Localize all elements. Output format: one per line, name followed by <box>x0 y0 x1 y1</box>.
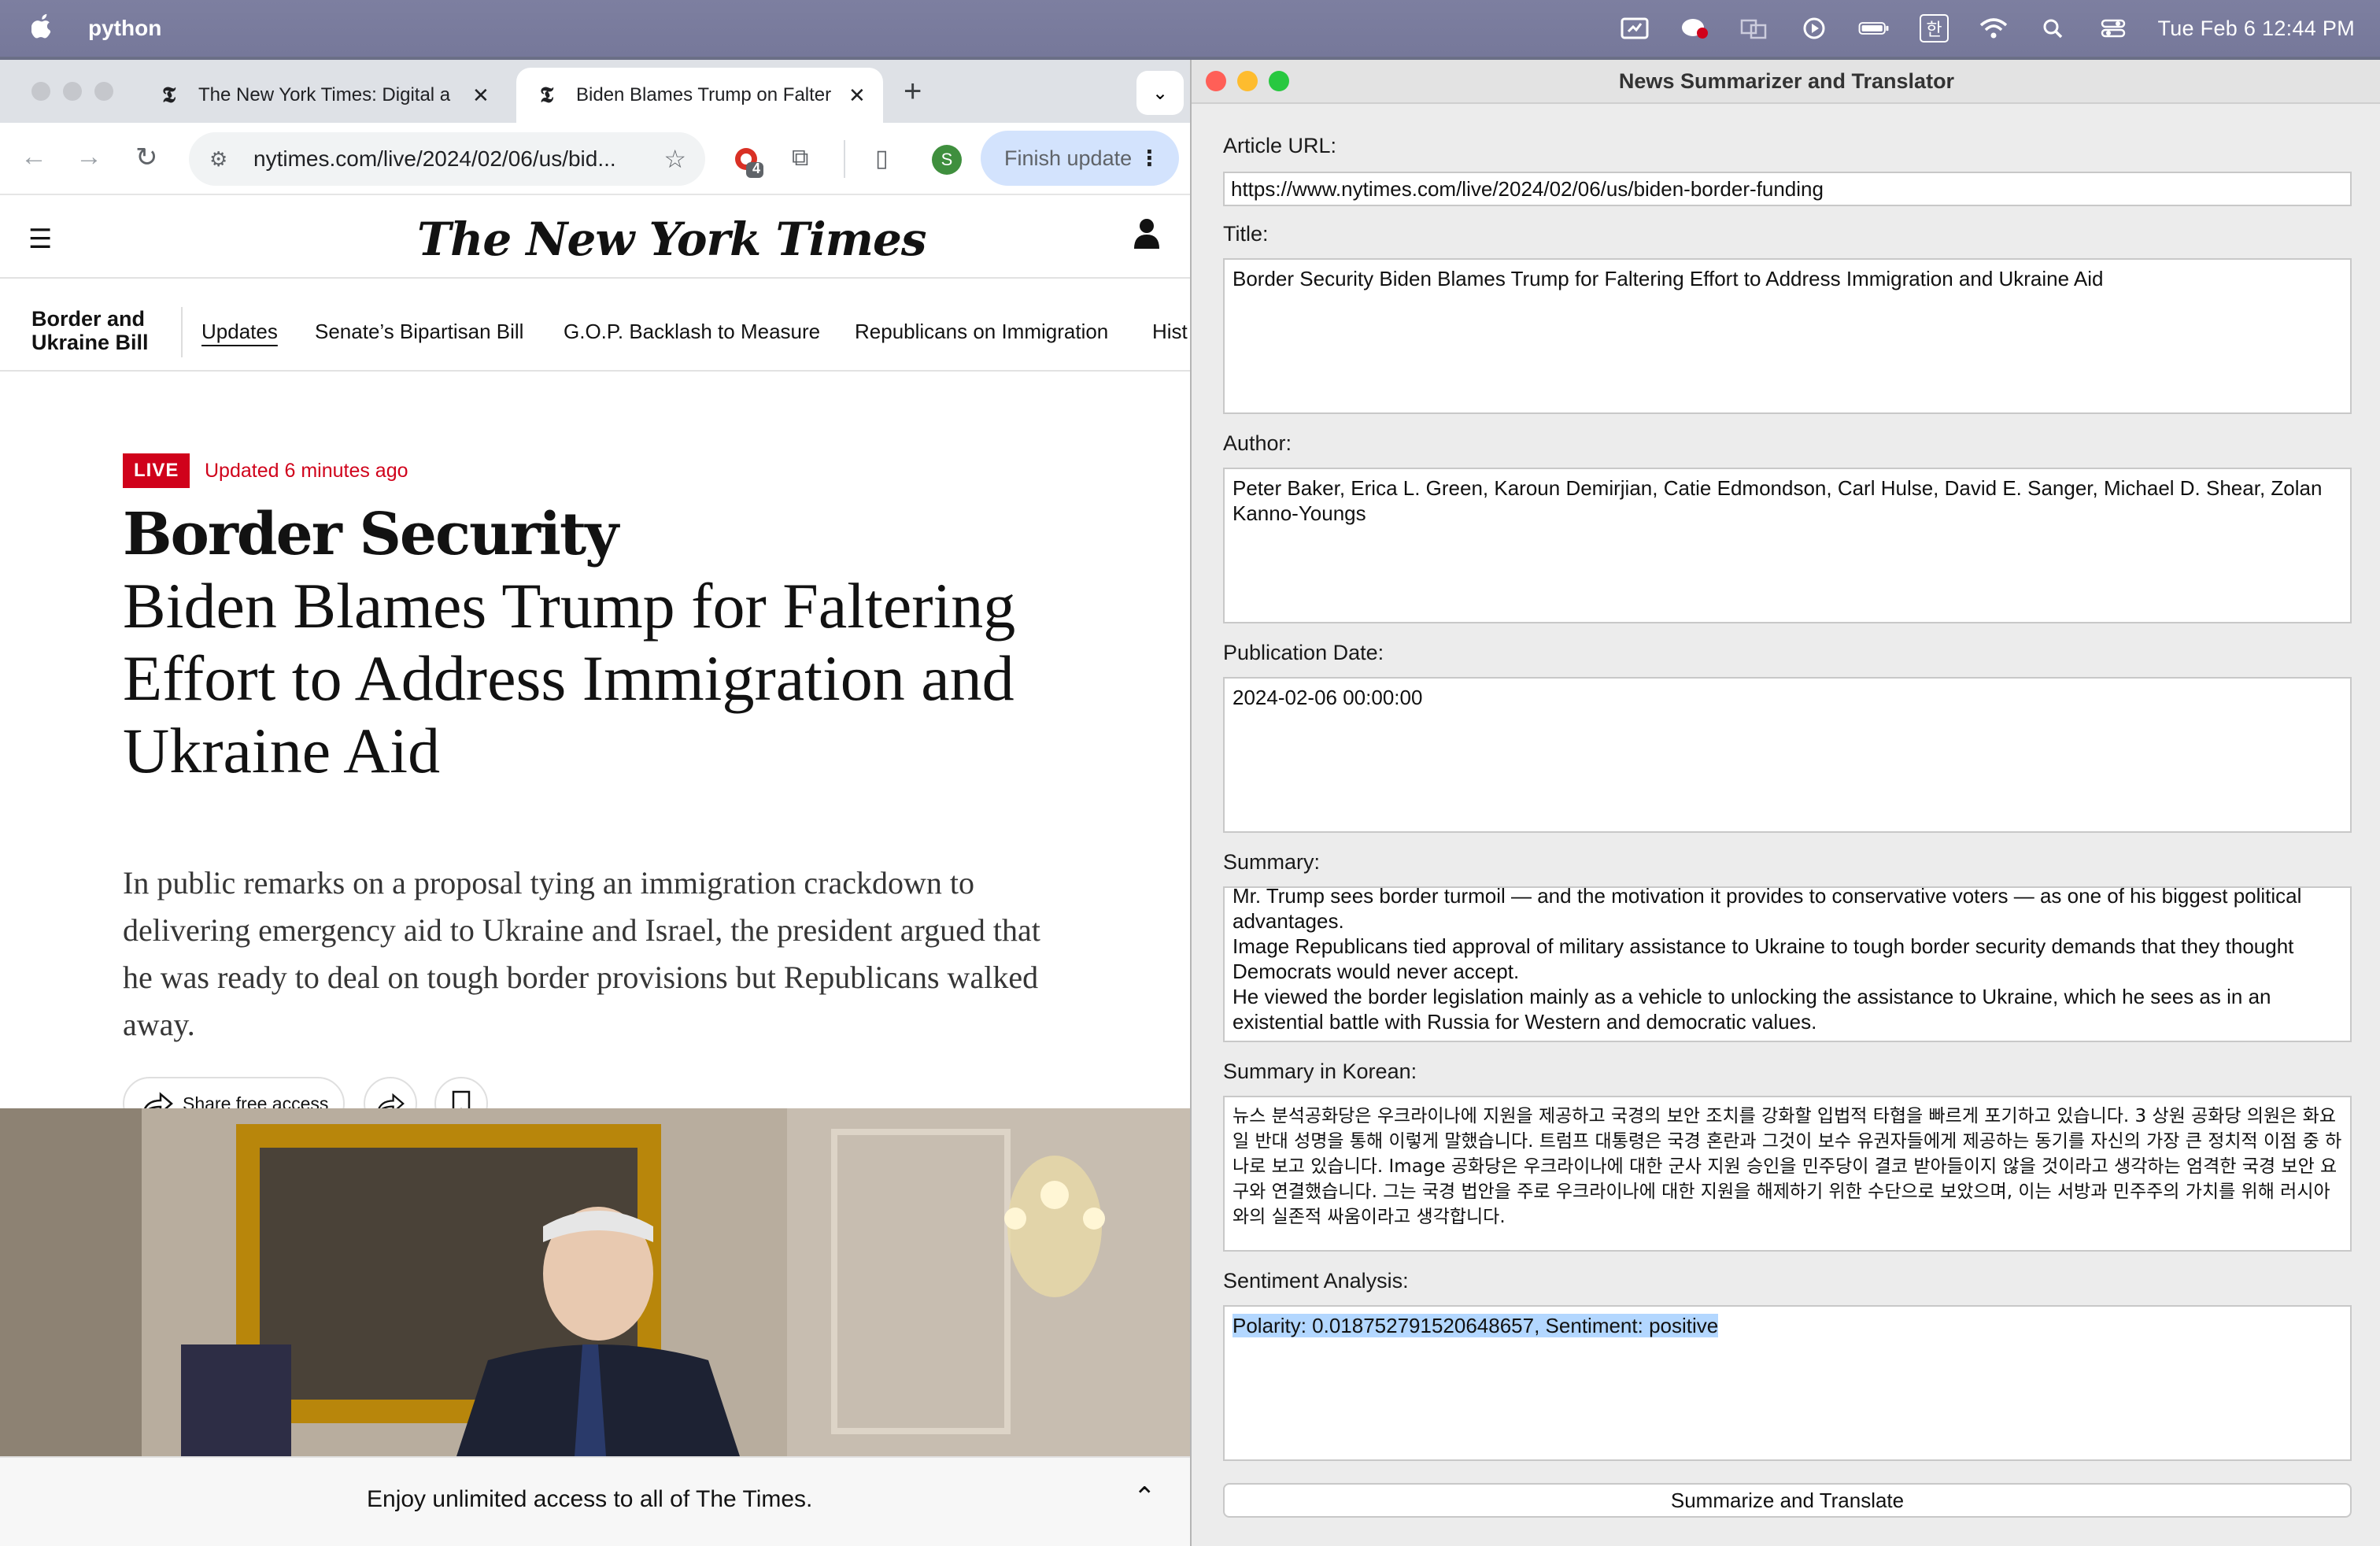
publication-date-textbox[interactable]: 2024-02-06 00:00:00 <box>1223 677 2352 833</box>
headline-kicker: Border Security <box>123 501 619 568</box>
nyt-masthead: ☰ The New York Times <box>0 195 1190 279</box>
subnav-gop-backlash[interactable]: G.O.P. Backlash to Measure <box>564 320 820 344</box>
summary-line: Mr. Trump sees border turmoil — and the … <box>1232 886 2302 933</box>
chevron-up-icon[interactable]: ⌃ <box>1133 1481 1156 1513</box>
nyt-favicon-icon: 𝕿 <box>162 82 176 108</box>
subnav-updates[interactable]: Updates <box>201 320 278 344</box>
input-source-icon[interactable]: 한 <box>1918 14 1949 43</box>
tab-strip: 𝕿 The New York Times: Digital a ✕ 𝕿 Bide… <box>0 60 1190 123</box>
browser-window: 𝕿 The New York Times: Digital a ✕ 𝕿 Bide… <box>0 60 1190 1546</box>
title-textbox[interactable]: Border Security Biden Blames Trump for F… <box>1223 258 2352 414</box>
tab-nyt-home[interactable]: 𝕿 The New York Times: Digital a ✕ <box>139 68 513 123</box>
reload-icon[interactable]: ↻ <box>135 142 158 173</box>
menu-bar-clock[interactable]: Tue Feb 6 12:44 PM <box>2157 17 2355 41</box>
subnav-divider <box>181 307 183 357</box>
updated-timestamp: Updated 6 minutes ago <box>205 460 408 482</box>
extensions-puzzle-icon[interactable]: ⧉ <box>792 145 808 172</box>
nyt-logo[interactable]: The New York Times <box>417 213 927 266</box>
profile-avatar[interactable]: S <box>932 145 962 175</box>
spotlight-search-icon[interactable] <box>2038 16 2069 41</box>
window-title: News Summarizer and Translator <box>1618 69 1955 93</box>
subnav-republicans-immigration[interactable]: Republicans on Immigration <box>855 320 1108 344</box>
forward-arrow-icon[interactable]: → <box>76 142 102 172</box>
url-label: Article URL: <box>1223 134 1337 157</box>
korean-summary-label: Summary in Korean: <box>1223 1060 1417 1083</box>
account-icon[interactable] <box>1133 217 1160 253</box>
tab-title: Biden Blames Trump on Falter <box>576 84 832 105</box>
sentiment-label: Sentiment Analysis: <box>1223 1269 1409 1293</box>
subnav-history[interactable]: Hist <box>1152 320 1188 344</box>
author-textbox[interactable]: Peter Baker, Erica L. Green, Karoun Demi… <box>1223 468 2352 623</box>
summarizer-window: News Summarizer and Translator Article U… <box>1190 60 2380 1546</box>
hamburger-menu-icon[interactable]: ☰ <box>28 224 52 255</box>
sentiment-textbox[interactable]: Polarity: 0.018752791520648657, Sentimen… <box>1223 1305 2352 1461</box>
kebab-menu-icon[interactable]: ⋮ <box>1139 146 1160 171</box>
zoom-window-button[interactable] <box>94 82 113 101</box>
summary-line: Image Republicans tied approval of milit… <box>1232 934 2294 983</box>
section-subnav: Border and Ukraine Bill Updates Senate’s… <box>0 280 1190 372</box>
tab-title: The New York Times: Digital a <box>198 84 451 105</box>
finish-update-label: Finish update <box>1004 146 1133 170</box>
window-titlebar: News Summarizer and Translator <box>1192 60 2380 104</box>
browser-toolbar: ← → ↻ ⚙ nytimes.com/live/2024/02/06/us/b… <box>0 123 1190 195</box>
wifi-icon[interactable] <box>1978 16 2009 41</box>
summarize-translate-button[interactable]: Summarize and Translate <box>1223 1483 2352 1518</box>
summary-content: Mr. Trump sees border turmoil — and the … <box>1232 886 2342 1034</box>
bookmark-star-icon[interactable]: ☆ <box>663 144 686 174</box>
chat-notification-icon[interactable] <box>1679 16 1710 41</box>
author-value: Peter Baker, Erica L. Green, Karoun Demi… <box>1232 476 2323 525</box>
new-tab-icon[interactable]: + <box>904 74 922 109</box>
lead-photo <box>0 1108 1190 1456</box>
close-tab-icon[interactable]: ✕ <box>848 83 866 108</box>
korean-summary-textbox[interactable]: 뉴스 분석공화당은 우크라이나에 지원을 제공하고 국경의 보안 조치를 강화할… <box>1223 1096 2352 1252</box>
nyt-favicon-icon: 𝕿 <box>540 82 554 108</box>
play-icon[interactable] <box>1798 16 1830 41</box>
summarize-translate-label: Summarize and Translate <box>1670 1489 1905 1512</box>
url-text: nytimes.com/live/2024/02/06/us/bid... <box>253 146 616 171</box>
summary-line: He viewed the border legislation mainly … <box>1232 985 2271 1034</box>
battery-icon[interactable] <box>1858 16 1890 41</box>
back-arrow-icon[interactable]: ← <box>20 142 47 172</box>
publication-date-value: 2024-02-06 00:00:00 <box>1232 686 1423 709</box>
menu-bar: python 한 Tue Feb 6 12:44 PM <box>0 0 2380 57</box>
close-tab-icon[interactable]: ✕ <box>472 83 490 108</box>
extension-blocker-icon[interactable] <box>732 145 767 186</box>
finish-update-button[interactable]: Finish update ⋮ <box>981 131 1179 186</box>
toolbar-divider <box>844 140 845 178</box>
photo-scene <box>0 1108 1190 1456</box>
korean-summary-value: 뉴스 분석공화당은 우크라이나에 지원을 제공하고 국경의 보안 조치를 강화할… <box>1232 1106 2342 1227</box>
summary-label: Summary: <box>1223 850 1321 874</box>
article-url-value: https://www.nytimes.com/live/2024/02/06/… <box>1231 177 1824 201</box>
author-label: Author: <box>1223 431 1292 455</box>
live-badge: LIVE <box>123 453 190 488</box>
title-label: Title: <box>1223 222 1269 246</box>
translate-icon[interactable] <box>1739 16 1770 41</box>
apple-menu-icon[interactable] <box>31 13 58 44</box>
section-title[interactable]: Border and Ukraine Bill <box>31 307 205 354</box>
screen-share-icon[interactable] <box>1619 16 1650 41</box>
site-info-icon[interactable]: ⚙ <box>209 147 238 172</box>
control-center-icon[interactable] <box>2097 16 2129 41</box>
subnav-bipartisan-bill[interactable]: Senate’s Bipartisan Bill <box>315 320 523 344</box>
publication-date-label: Publication Date: <box>1223 641 1384 664</box>
tab-article[interactable]: 𝕿 Biden Blames Trump on Falter ✕ <box>516 68 883 123</box>
paywall-banner[interactable]: Enjoy unlimited access to all of The Tim… <box>0 1456 1190 1546</box>
address-bar[interactable]: ⚙ nytimes.com/live/2024/02/06/us/bid... … <box>189 132 705 186</box>
article-summary: In public remarks on a proposal tying an… <box>123 865 1040 1042</box>
article-headline: Biden Blames Trump for Faltering Effort … <box>123 570 1016 786</box>
summary-textbox[interactable]: Mr. Trump sees border turmoil — and the … <box>1223 886 2352 1042</box>
side-panel-icon[interactable]: ▯ <box>875 145 889 172</box>
title-value: Border Security Biden Blames Trump for F… <box>1232 267 2104 290</box>
minimize-window-button[interactable] <box>63 82 82 101</box>
extension-badge: 4 <box>752 161 761 176</box>
tab-search-chevron-icon[interactable]: ⌄ <box>1136 71 1184 115</box>
active-app-name[interactable]: python <box>88 16 161 41</box>
paywall-text: Enjoy unlimited access to all of The Tim… <box>367 1486 813 1512</box>
article-url-input[interactable]: https://www.nytimes.com/live/2024/02/06/… <box>1223 172 2352 206</box>
sentiment-value: Polarity: 0.018752791520648657, Sentimen… <box>1232 1314 1719 1337</box>
input-source-label: 한 <box>1920 14 1949 43</box>
close-window-button[interactable] <box>31 82 50 101</box>
